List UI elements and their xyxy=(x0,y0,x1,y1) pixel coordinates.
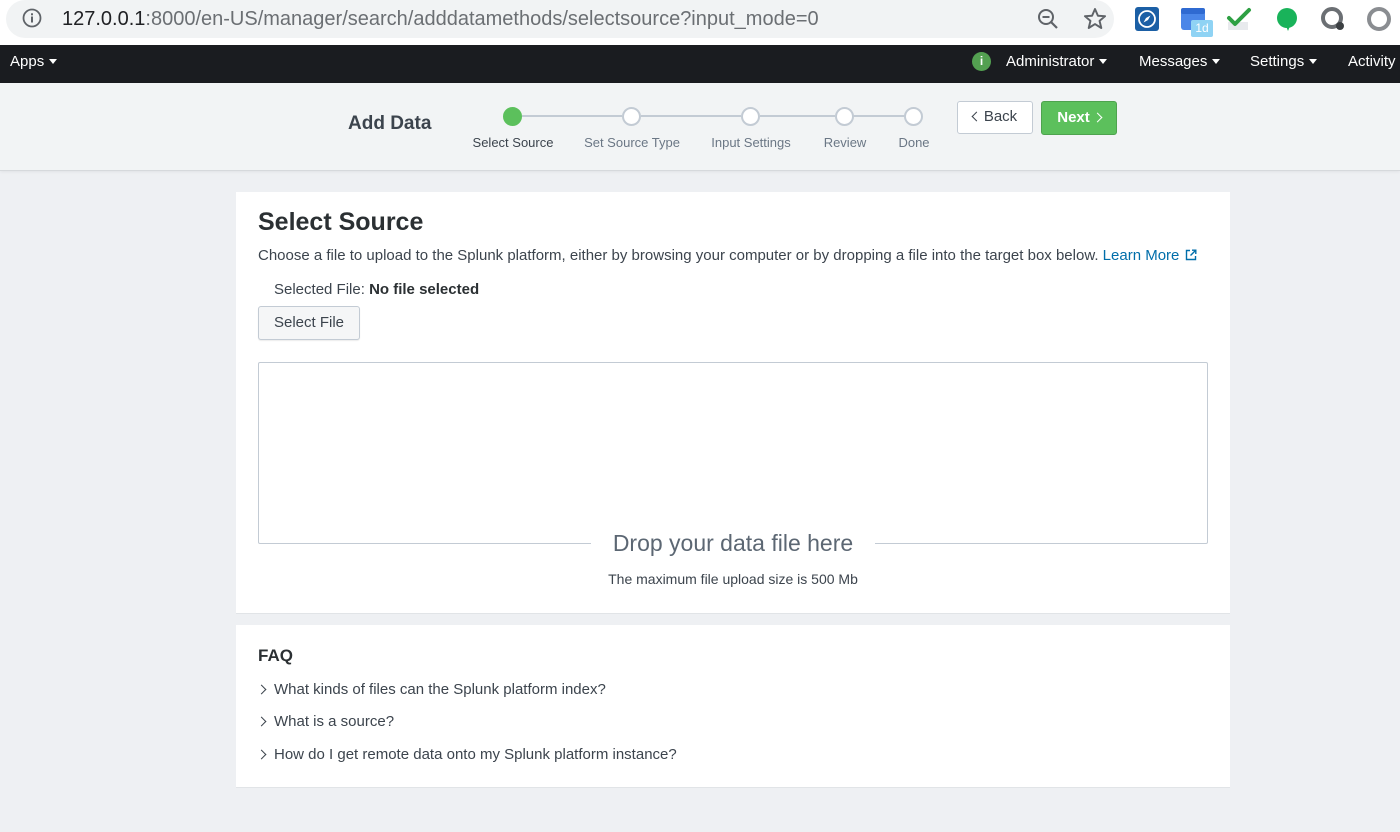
url-path: :8000/en-US/manager/search/adddatamethod… xyxy=(145,8,819,30)
apps-label: Apps xyxy=(10,53,45,70)
messages-menu[interactable]: Messages xyxy=(1139,45,1221,83)
step-label-input-settings: Input Settings xyxy=(711,135,791,150)
activity-menu[interactable]: Activity xyxy=(1348,45,1396,83)
step-connector xyxy=(853,115,905,117)
extension-badge: 1d xyxy=(1191,20,1213,37)
step-connector xyxy=(641,115,741,117)
faq-item-label: What is a source? xyxy=(274,713,395,730)
faq-item[interactable]: How do I get remote data onto my Splunk … xyxy=(256,746,677,763)
select-file-button[interactable]: Select File xyxy=(258,306,360,340)
faq-item-label: How do I get remote data onto my Splunk … xyxy=(274,746,677,763)
back-button[interactable]: Back xyxy=(957,101,1033,134)
speech-bubble-extension-icon[interactable] xyxy=(1274,6,1300,32)
circle-extension-icon[interactable] xyxy=(1366,6,1392,32)
administrator-menu[interactable]: Administrator xyxy=(1006,45,1108,83)
external-link-icon xyxy=(1186,249,1197,261)
learn-more-label: Learn More xyxy=(1102,247,1180,264)
step-label-select-source: Select Source xyxy=(472,135,554,150)
chevron-right-icon xyxy=(256,716,267,727)
status-info-icon[interactable]: i xyxy=(972,52,991,71)
step-label-done: Done xyxy=(898,135,930,150)
step-label-review: Review xyxy=(823,135,867,150)
next-label: Next xyxy=(1057,109,1090,126)
step-dot-review xyxy=(835,107,854,126)
compass-extension-icon[interactable] xyxy=(1134,6,1160,32)
caret-down-icon xyxy=(49,58,58,64)
file-drop-zone[interactable] xyxy=(258,362,1208,544)
learn-more-link[interactable]: Learn More xyxy=(1103,247,1198,264)
caret-down-icon xyxy=(1309,58,1318,64)
step-dot-set-source-type xyxy=(622,107,641,126)
browser-toolbar: 127.0.0.1:8000/en-US/manager/search/addd… xyxy=(0,0,1400,45)
chevron-right-icon xyxy=(256,684,267,695)
checkmark-extension-icon[interactable] xyxy=(1226,6,1252,32)
ring-extension-icon[interactable] xyxy=(1320,6,1346,32)
page-title: Add Data xyxy=(348,113,432,134)
messages-label: Messages xyxy=(1139,53,1208,70)
caret-down-icon xyxy=(1099,58,1108,64)
step-dot-input-settings xyxy=(741,107,760,126)
info-icon[interactable] xyxy=(22,8,42,28)
drop-zone-title: Drop your data file here xyxy=(236,530,1230,557)
step-dot-select-source xyxy=(503,107,522,126)
faq-panel: FAQ What kinds of files can the Splunk p… xyxy=(236,625,1230,788)
chevron-right-icon xyxy=(1092,112,1103,123)
step-dot-done xyxy=(904,107,923,126)
chevron-left-icon xyxy=(971,111,982,122)
description-body: Choose a file to upload to the Splunk pl… xyxy=(258,247,1099,264)
step-label-set-source-type: Set Source Type xyxy=(584,135,680,150)
faq-item[interactable]: What is a source? xyxy=(256,713,395,730)
description-text: Choose a file to upload to the Splunk pl… xyxy=(258,247,1197,264)
apps-menu[interactable]: Apps xyxy=(10,45,58,83)
add-data-wizard-header: Add Data Select Source Set Source Type I… xyxy=(0,83,1400,171)
faq-heading: FAQ xyxy=(258,646,293,665)
selected-file-value: No file selected xyxy=(369,281,480,298)
back-label: Back xyxy=(983,108,1018,125)
caret-down-icon xyxy=(1212,58,1221,64)
url-host: 127.0.0.1 xyxy=(62,8,146,30)
drop-zone-title-text: Drop your data file here xyxy=(590,530,876,556)
next-button[interactable]: Next xyxy=(1041,101,1117,135)
activity-label: Activity xyxy=(1348,53,1396,70)
chevron-right-icon xyxy=(256,749,267,760)
faq-item[interactable]: What kinds of files can the Splunk platf… xyxy=(256,681,606,698)
faq-item-label: What kinds of files can the Splunk platf… xyxy=(274,681,606,698)
administrator-label: Administrator xyxy=(1006,53,1095,70)
selected-file-status: Selected File: No file selected xyxy=(274,281,479,298)
section-heading: Select Source xyxy=(258,208,424,236)
bookmark-star-icon[interactable] xyxy=(1082,6,1108,32)
zoom-out-icon[interactable] xyxy=(1036,7,1060,31)
step-connector xyxy=(522,115,622,117)
splunk-top-nav: Apps Administrator Messages Settings Act… xyxy=(0,45,1400,83)
settings-label: Settings xyxy=(1250,53,1305,70)
address-bar[interactable]: 127.0.0.1:8000/en-US/manager/search/addd… xyxy=(6,0,1114,38)
step-connector xyxy=(760,115,835,117)
url-text[interactable]: 127.0.0.1:8000/en-US/manager/search/addd… xyxy=(62,6,819,32)
max-upload-size-note: The maximum file upload size is 500 Mb xyxy=(608,571,858,587)
select-source-panel: Select Source Choose a file to upload to… xyxy=(236,192,1230,614)
calendar-extension-icon[interactable]: 1d xyxy=(1180,6,1214,40)
selected-file-label: Selected File: xyxy=(274,281,365,298)
settings-menu[interactable]: Settings xyxy=(1250,45,1318,83)
